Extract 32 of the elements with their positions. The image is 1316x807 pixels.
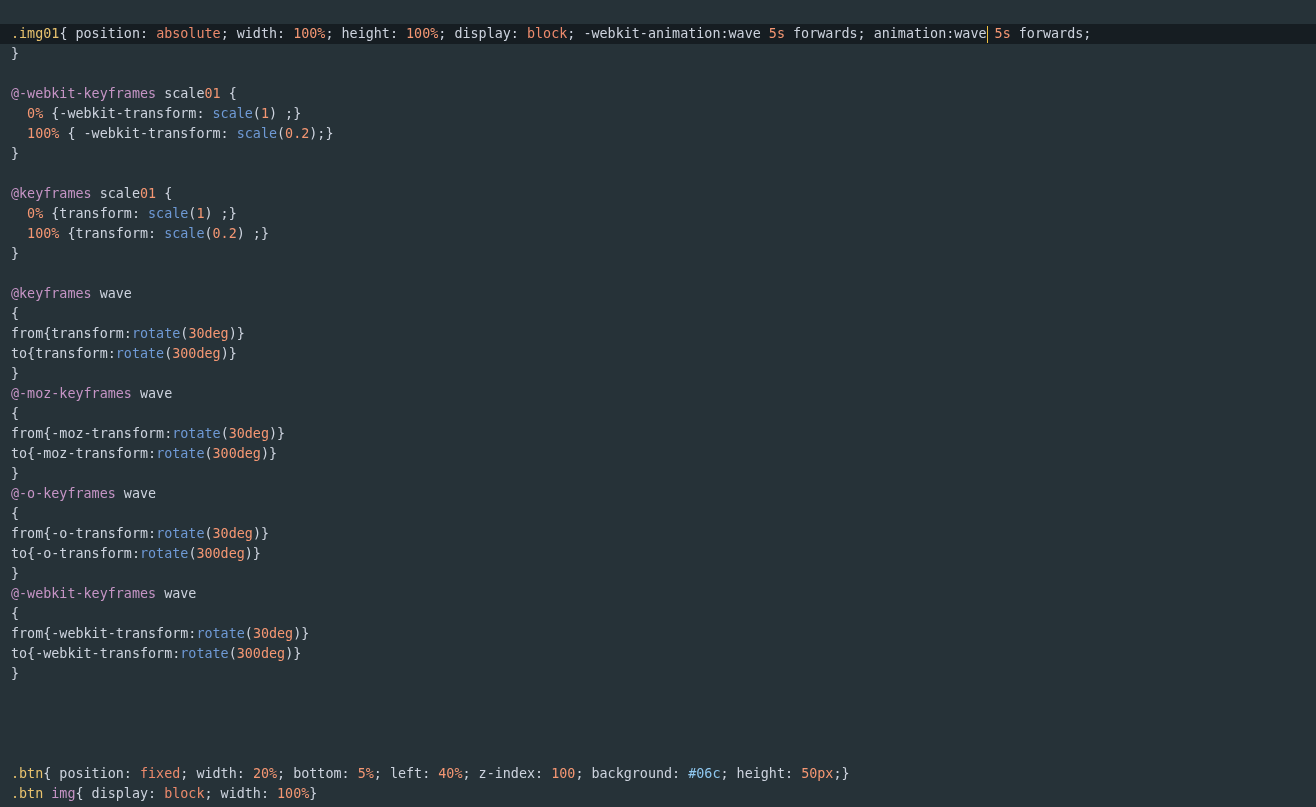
code-line: } bbox=[10, 245, 21, 263]
code-line: { bbox=[10, 405, 21, 423]
code-line: from{-o-transform:rotate(30deg)} bbox=[10, 525, 270, 543]
code-line: to{-webkit-transform:rotate(300deg)} bbox=[10, 645, 303, 663]
code-line: } bbox=[10, 365, 21, 383]
code-line: from{-moz-transform:rotate(30deg)} bbox=[10, 425, 287, 443]
code-line: @-webkit-keyframes scale01 { bbox=[10, 85, 238, 103]
code-line: } bbox=[10, 45, 21, 63]
code-line: @-webkit-keyframes wave bbox=[10, 585, 198, 603]
code-line: @-o-keyframes wave bbox=[10, 485, 158, 503]
code-line: } bbox=[10, 665, 21, 683]
code-line: @-moz-keyframes wave bbox=[10, 385, 174, 403]
code-line: to{transform:rotate(300deg)} bbox=[10, 345, 238, 363]
code-line: to{-o-transform:rotate(300deg)} bbox=[10, 545, 262, 563]
text-cursor bbox=[986, 25, 988, 43]
code-line: } bbox=[10, 145, 21, 163]
code-line: 100% { -webkit-transform: scale(0.2);} bbox=[26, 125, 335, 143]
code-line: @keyframes scale01 { bbox=[10, 185, 174, 203]
code-line: } bbox=[10, 465, 21, 483]
code-line: .btn img{ display: block; width: 100%} bbox=[10, 785, 319, 803]
code-line: @keyframes wave bbox=[10, 285, 133, 303]
code-line: to{-moz-transform:rotate(300deg)} bbox=[10, 445, 279, 463]
code-line: { bbox=[10, 305, 21, 323]
code-line: 0% {-webkit-transform: scale(1) ;} bbox=[26, 105, 303, 123]
code-line: 100% {transform: scale(0.2) ;} bbox=[26, 225, 270, 243]
code-line: { bbox=[10, 605, 21, 623]
code-line: .btn{ position: fixed; width: 20%; bottom: 5%; left: 40%; z-index: 100; background: #06c; height: 50px;} bbox=[10, 765, 851, 783]
code-line: { bbox=[10, 505, 21, 523]
code-line: 0% {transform: scale(1) ;} bbox=[26, 205, 238, 223]
code-line: from{transform:rotate(30deg)} bbox=[10, 325, 246, 343]
code-line: } bbox=[10, 565, 21, 583]
code-line: from{-webkit-transform:rotate(30deg)} bbox=[10, 625, 311, 643]
